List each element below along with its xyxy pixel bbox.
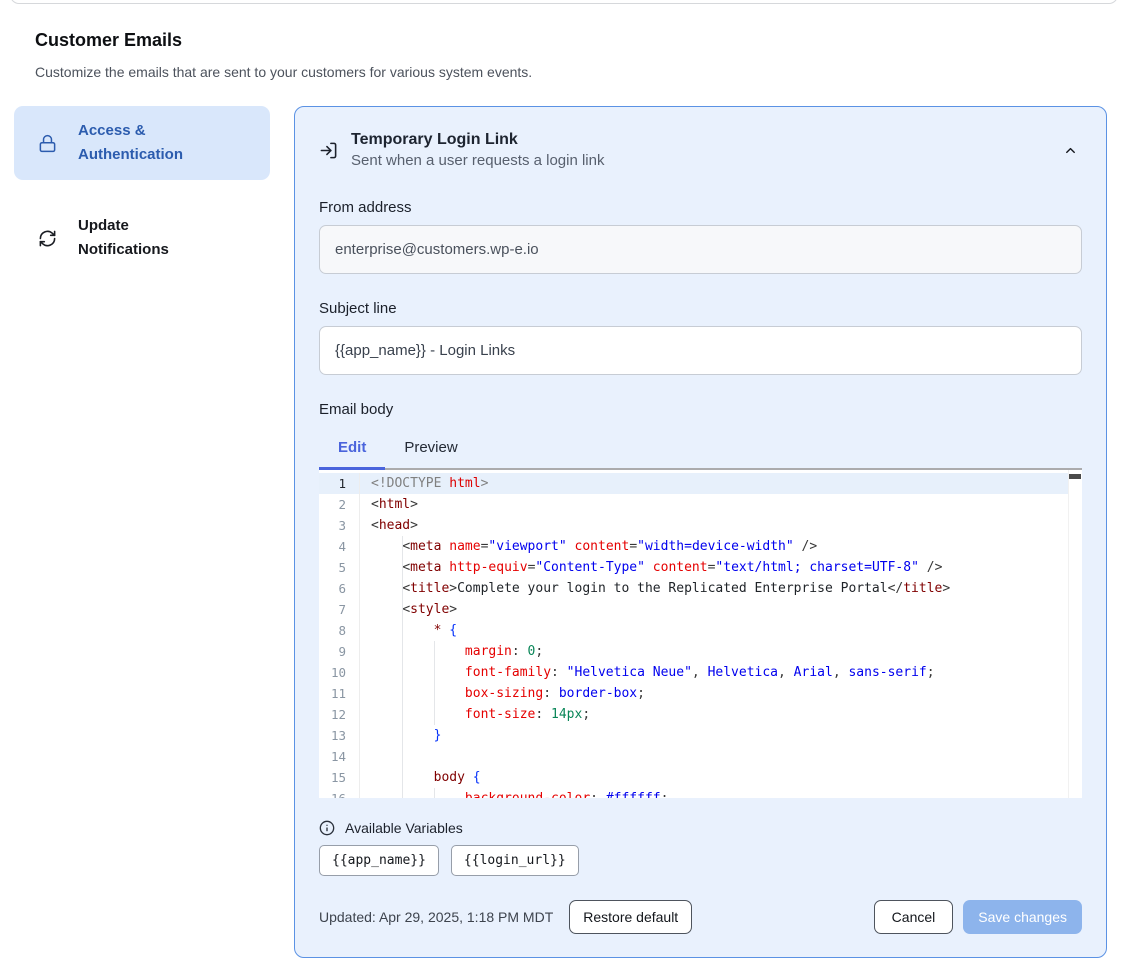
email-body-tabbar: Edit Preview: [319, 431, 1082, 470]
editor-scrollbar-track[interactable]: [1068, 470, 1082, 798]
info-icon[interactable]: [319, 820, 335, 836]
cancel-button[interactable]: Cancel: [874, 900, 954, 934]
code-lines: 1<!DOCTYPE html>2<html>3<head>4 <meta na…: [319, 470, 1082, 798]
chevron-up-icon: [1063, 143, 1078, 158]
sidebar-item-label: Access & Authentication: [78, 119, 218, 167]
code-line[interactable]: 8 * {: [319, 620, 1082, 641]
log-in-icon: [319, 141, 338, 160]
line-number: 9: [319, 641, 359, 662]
content-layout: Access & Authentication Update Notificat…: [0, 106, 1128, 958]
line-number: 16: [319, 788, 359, 798]
page-subtitle: Customize the emails that are sent to yo…: [35, 64, 1128, 80]
tab-preview[interactable]: Preview: [385, 431, 476, 468]
line-number: 10: [319, 662, 359, 683]
code-text: <title>Complete your login to the Replic…: [359, 578, 1082, 599]
subject-line-label: Subject line: [319, 300, 1082, 317]
line-number: 2: [319, 494, 359, 515]
panel-header: Temporary Login Link Sent when a user re…: [319, 131, 1082, 169]
refresh-icon: [38, 229, 57, 248]
save-changes-button[interactable]: Save changes: [963, 900, 1082, 934]
sidebar-item-access-authentication[interactable]: Access & Authentication: [14, 106, 270, 180]
line-number: 13: [319, 725, 359, 746]
code-text: * {: [359, 620, 1082, 641]
sidebar-item-label: Update Notifications: [78, 214, 218, 262]
line-number: 3: [319, 515, 359, 536]
variable-chips: {{app_name}} {{login_url}}: [319, 845, 1082, 876]
indent-guide: [434, 641, 435, 725]
email-settings-panel: Temporary Login Link Sent when a user re…: [294, 106, 1107, 958]
line-number: 4: [319, 536, 359, 557]
line-number: 5: [319, 557, 359, 578]
code-line[interactable]: 4 <meta name="viewport" content="width=d…: [319, 536, 1082, 557]
tab-edit[interactable]: Edit: [319, 431, 385, 468]
line-number: 8: [319, 620, 359, 641]
code-line[interactable]: 13 }: [319, 725, 1082, 746]
panel-title: Temporary Login Link: [351, 131, 604, 149]
line-number: 15: [319, 767, 359, 788]
line-number: 1: [319, 473, 359, 494]
restore-default-button[interactable]: Restore default: [569, 900, 692, 934]
code-line[interactable]: 14: [319, 746, 1082, 767]
code-text: font-size: 14px;: [359, 704, 1082, 725]
code-text: body {: [359, 767, 1082, 788]
line-number: 7: [319, 599, 359, 620]
code-line[interactable]: 2<html>: [319, 494, 1082, 515]
code-text: <!DOCTYPE html>: [359, 473, 1082, 494]
line-number: 11: [319, 683, 359, 704]
code-line[interactable]: 5 <meta http-equiv="Content-Type" conten…: [319, 557, 1082, 578]
line-number: 12: [319, 704, 359, 725]
lock-icon: [38, 134, 57, 153]
code-text: <head>: [359, 515, 1082, 536]
page-header: Customer Emails Customize the emails tha…: [0, 0, 1128, 80]
panel-subtitle: Sent when a user requests a login link: [351, 152, 604, 169]
line-number: 6: [319, 578, 359, 599]
available-variables-row: Available Variables: [319, 820, 1082, 836]
code-text: <meta name="viewport" content="width=dev…: [359, 536, 1082, 557]
variable-chip-app-name[interactable]: {{app_name}}: [319, 845, 439, 876]
subject-line-input[interactable]: [319, 326, 1082, 375]
variable-chip-login-url[interactable]: {{login_url}}: [451, 845, 579, 876]
code-text: [359, 746, 1082, 767]
panel-footer: Updated: Apr 29, 2025, 1:18 PM MDT Resto…: [319, 900, 1082, 934]
code-line[interactable]: 7 <style>: [319, 599, 1082, 620]
code-editor[interactable]: 1<!DOCTYPE html>2<html>3<head>4 <meta na…: [319, 470, 1082, 798]
available-variables-label: Available Variables: [345, 820, 463, 836]
code-text: <meta http-equiv="Content-Type" content=…: [359, 557, 1082, 578]
editor-scrollbar-thumb[interactable]: [1069, 474, 1081, 479]
from-address-input[interactable]: [319, 225, 1082, 274]
code-line[interactable]: 1<!DOCTYPE html>: [319, 473, 1082, 494]
previous-card-edge: [10, 0, 1118, 4]
code-text: box-sizing: border-box;: [359, 683, 1082, 704]
code-text: <style>: [359, 599, 1082, 620]
code-line[interactable]: 6 <title>Complete your login to the Repl…: [319, 578, 1082, 599]
collapse-button[interactable]: [1059, 139, 1082, 162]
panel-title-block: Temporary Login Link Sent when a user re…: [351, 131, 604, 169]
code-text: font-family: "Helvetica Neue", Helvetica…: [359, 662, 1082, 683]
from-address-label: From address: [319, 199, 1082, 216]
code-line[interactable]: 3<head>: [319, 515, 1082, 536]
code-text: <html>: [359, 494, 1082, 515]
email-body-label: Email body: [319, 401, 1082, 418]
updated-timestamp: Updated: Apr 29, 2025, 1:18 PM MDT: [319, 909, 553, 925]
page-title: Customer Emails: [35, 30, 1128, 51]
code-text: margin: 0;: [359, 641, 1082, 662]
code-text: }: [359, 725, 1082, 746]
sidebar: Access & Authentication Update Notificat…: [14, 106, 270, 275]
line-number: 14: [319, 746, 359, 767]
indent-guide: [402, 536, 403, 798]
sidebar-item-update-notifications[interactable]: Update Notifications: [14, 201, 270, 275]
code-line[interactable]: 15 body {: [319, 767, 1082, 788]
indent-guide: [434, 788, 435, 798]
code-text: background-color: #ffffff;: [359, 788, 1082, 798]
